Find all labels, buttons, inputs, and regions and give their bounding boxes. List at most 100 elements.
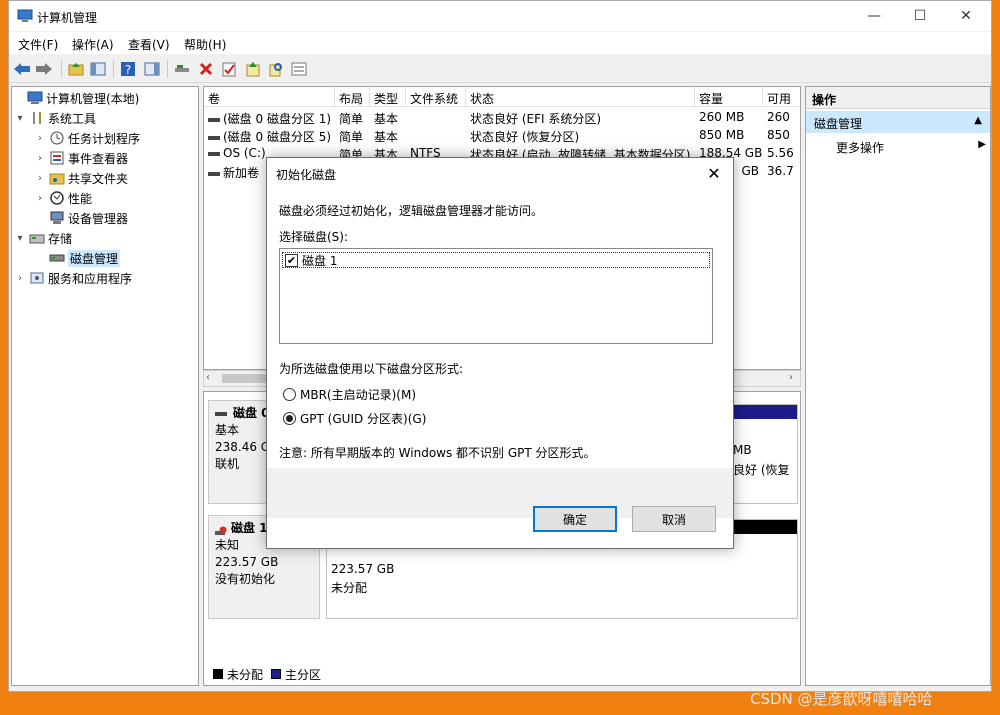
menu-action[interactable]: 操作(A) xyxy=(72,36,114,53)
up-folder-icon[interactable] xyxy=(67,60,85,78)
tree-label: 计算机管理(本地) xyxy=(46,91,140,106)
cancel-button[interactable]: 取消 xyxy=(632,506,716,532)
tree-item-services[interactable]: › 服务和应用程序 xyxy=(12,268,198,288)
tree-label: 系统工具 xyxy=(48,111,97,126)
volume-capacity: 260 MB xyxy=(699,110,745,124)
column-header-layout[interactable]: 布局 xyxy=(335,87,370,107)
device-manager-icon xyxy=(49,210,65,226)
table-row[interactable]: (磁盘 0 磁盘分区 1) 简单 基本 状态良好 (EFI 系统分区) 260 … xyxy=(204,109,800,127)
toolbar-separator xyxy=(61,60,62,78)
tree-item-device-manager[interactable]: 设备管理器 xyxy=(12,208,198,228)
more-actions[interactable]: 更多操作 ▶ xyxy=(836,139,986,156)
submenu-arrow-icon: ▶ xyxy=(978,139,986,150)
column-header-filesystem[interactable]: 文件系统 xyxy=(406,87,466,107)
tree-item-task-scheduler[interactable]: › 任务计划程序 xyxy=(12,128,198,148)
volume-type: 基本 xyxy=(374,130,399,144)
tools-icon xyxy=(29,110,45,126)
gpt-option[interactable]: GPT (GUID 分区表)(G) xyxy=(283,410,426,427)
list-view-icon[interactable] xyxy=(290,60,308,78)
maximize-button[interactable]: ☐ xyxy=(897,1,943,31)
ok-button[interactable]: 确定 xyxy=(533,506,617,532)
tree-item-root[interactable]: 计算机管理(本地) xyxy=(12,88,198,108)
actions-disk-management[interactable]: 磁盘管理 ▲ xyxy=(806,111,990,133)
tree-item-storage[interactable]: ▾ 存储 xyxy=(12,228,198,248)
unallocated-size: 223.57 GB xyxy=(331,562,395,576)
chevron-right-icon[interactable]: › xyxy=(34,153,46,164)
dialog-title-bar[interactable]: 初始化磁盘 ✕ xyxy=(267,158,733,188)
column-header-free[interactable]: 可用 xyxy=(763,87,800,107)
forward-arrow-icon[interactable] xyxy=(35,60,53,78)
tree-item-system-tools[interactable]: ▾ 系统工具 xyxy=(12,108,198,128)
svg-text:?: ? xyxy=(125,63,131,77)
menu-view[interactable]: 查看(V) xyxy=(128,36,170,53)
chevron-down-icon[interactable]: ▾ xyxy=(14,233,26,244)
disk-legend: 未分配 主分区 xyxy=(209,664,799,684)
close-button[interactable]: ✕ xyxy=(943,1,989,31)
shared-folder-icon xyxy=(49,170,65,186)
show-hide-tree-icon[interactable] xyxy=(89,60,107,78)
volume-icon xyxy=(208,151,220,156)
table-row[interactable]: (磁盘 0 磁盘分区 5) 简单 基本 状态良好 (恢复分区) 850 MB 8… xyxy=(204,127,800,145)
dialog-close-button[interactable]: ✕ xyxy=(703,162,725,184)
export-list-icon[interactable] xyxy=(244,60,262,78)
minimize-button[interactable]: — xyxy=(851,1,897,31)
menu-help[interactable]: 帮助(H) xyxy=(184,36,226,53)
tree-item-performance[interactable]: › 性能 xyxy=(12,188,198,208)
disk-list[interactable]: ✔ 磁盘 1 xyxy=(279,248,713,344)
collapse-up-icon[interactable]: ▲ xyxy=(974,115,982,126)
disk-size: 223.57 GB xyxy=(215,555,279,569)
disk-1-checkbox[interactable]: ✔ xyxy=(285,253,298,267)
partition-style-label: 为所选磁盘使用以下磁盘分区形式: xyxy=(279,362,464,376)
chevron-right-icon[interactable]: › xyxy=(34,193,46,204)
initialize-disk-dialog: 初始化磁盘 ✕ 磁盘必须经过初始化，逻辑磁盘管理器才能访问。 选择磁盘(S): … xyxy=(266,157,734,549)
help-icon[interactable]: ? xyxy=(119,60,137,78)
volume-free: 36.7 xyxy=(767,164,794,178)
dialog-title: 初始化磁盘 xyxy=(276,168,337,182)
column-header-capacity[interactable]: 容量 xyxy=(695,87,763,107)
tree-item-disk-management[interactable]: 磁盘管理 xyxy=(12,248,198,268)
column-header-status[interactable]: 状态 xyxy=(466,87,695,107)
toolbar-separator xyxy=(113,60,114,78)
tree-item-shared-folders[interactable]: › 共享文件夹 xyxy=(12,168,198,188)
tree-label: 磁盘管理 xyxy=(68,249,121,267)
disk-name: 磁盘 0 xyxy=(233,406,270,420)
delete-icon[interactable] xyxy=(197,60,215,78)
chevron-down-icon[interactable]: ▾ xyxy=(14,113,26,124)
column-header-volume[interactable]: 卷 xyxy=(204,87,335,107)
title-bar[interactable]: 计算机管理 — ☐ ✕ xyxy=(9,1,991,31)
services-icon xyxy=(29,270,45,286)
disk-list-item[interactable]: ✔ 磁盘 1 xyxy=(282,252,710,268)
tree-item-event-viewer[interactable]: › 事件查看器 xyxy=(12,148,198,168)
tree-label: 存储 xyxy=(48,231,73,246)
menu-file[interactable]: 文件(F) xyxy=(18,36,58,53)
column-header-type[interactable]: 类型 xyxy=(370,87,406,107)
mbr-radio[interactable] xyxy=(283,388,296,401)
volume-layout: 简单 xyxy=(339,130,364,144)
chevron-right-icon[interactable]: › xyxy=(34,173,46,184)
scroll-right-icon[interactable]: › xyxy=(789,372,793,383)
mbr-option[interactable]: MBR(主启动记录)(M) xyxy=(283,386,416,403)
event-viewer-icon xyxy=(49,150,65,166)
check-properties-icon[interactable] xyxy=(220,60,238,78)
chevron-right-icon[interactable]: › xyxy=(14,273,26,284)
chevron-right-icon[interactable]: › xyxy=(34,133,46,144)
properties-pane-icon[interactable] xyxy=(143,60,161,78)
scroll-left-icon[interactable]: ‹ xyxy=(206,372,210,383)
search-key-icon[interactable] xyxy=(267,60,285,78)
gpt-radio[interactable] xyxy=(283,412,296,425)
partition-status-fragment: 良好 (恢复 xyxy=(733,463,790,477)
volume-name: (磁盘 0 磁盘分区 5) xyxy=(223,130,332,144)
select-disk-label: 选择磁盘(S): xyxy=(279,230,349,244)
disk-icon xyxy=(215,411,227,416)
storage-icon xyxy=(29,230,45,246)
dialog-note: 注意: 所有早期版本的 Windows 都不识别 GPT 分区形式。 xyxy=(279,446,596,460)
watermark-text: CSDN @是彦歆呀嘻嘻哈哈 xyxy=(750,690,933,708)
connect-drive-icon[interactable] xyxy=(173,60,191,78)
computer-management-icon xyxy=(17,8,33,24)
actions-disk-management-label: 磁盘管理 xyxy=(814,117,863,131)
disk-name: 磁盘 1 xyxy=(231,521,268,535)
actions-header: 操作 xyxy=(806,87,990,109)
back-arrow-icon[interactable] xyxy=(13,60,31,78)
volume-icon xyxy=(208,135,220,140)
volume-name: (磁盘 0 磁盘分区 1) xyxy=(223,112,332,126)
